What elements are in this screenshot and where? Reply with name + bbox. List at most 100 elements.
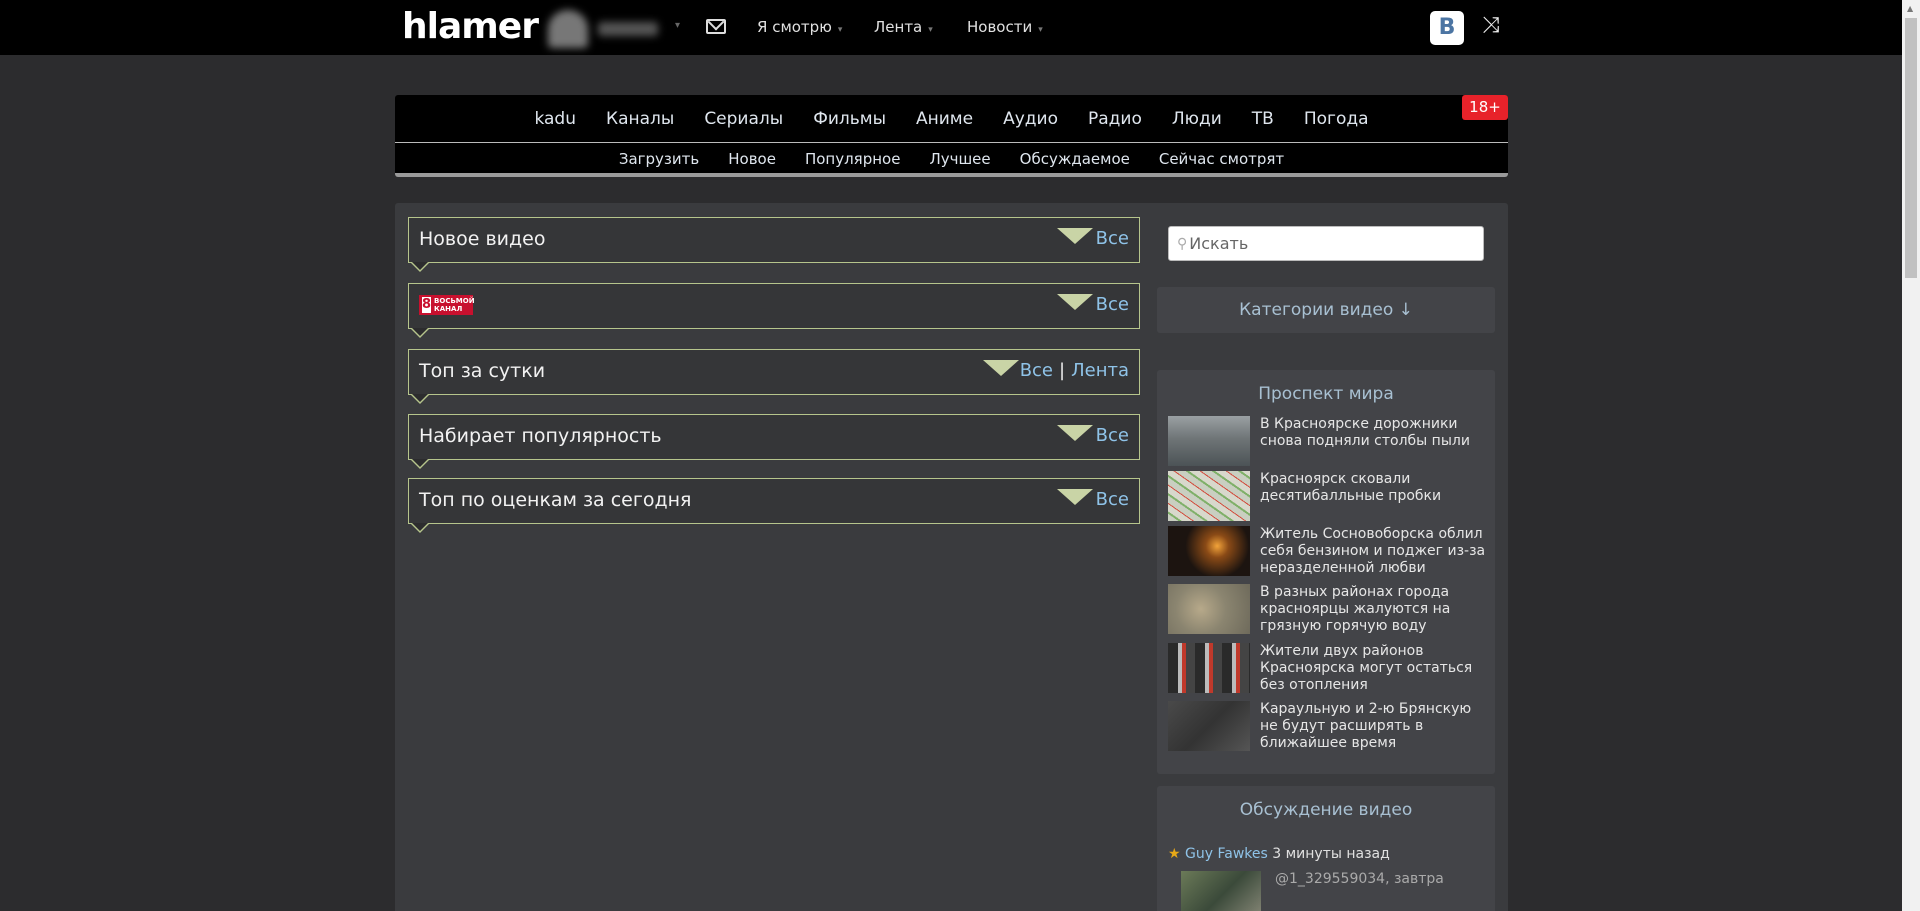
- expand-triangle-icon[interactable]: [1057, 489, 1093, 505]
- discussion-username[interactable]: Guy Fawkes: [1185, 846, 1268, 862]
- video-categories-toggle[interactable]: Категории видео ↓: [1157, 287, 1495, 333]
- expand-triangle-icon[interactable]: [1057, 425, 1093, 441]
- news-item[interactable]: Жители двух районов Красноярска могут ос…: [1168, 643, 1488, 693]
- expand-triangle-icon[interactable]: [1057, 228, 1093, 244]
- scrollbar-thumb[interactable]: [1905, 18, 1917, 278]
- notch-icon: [411, 394, 429, 404]
- section-top-rated-today: Топ по оценкам за сегодня Все: [408, 478, 1140, 533]
- chevron-down-icon: ▾: [928, 25, 933, 35]
- nav-news[interactable]: Новости ▾: [967, 18, 1043, 36]
- news-item[interactable]: Красноярск сковали десятибалльные пробки: [1168, 471, 1488, 521]
- cat-tv[interactable]: ТВ: [1252, 109, 1274, 129]
- sub-new[interactable]: Новое: [728, 150, 776, 168]
- news-panel: Проспект мира В Красноярске дорожники сн…: [1157, 370, 1495, 774]
- user-avatar-blurred[interactable]: [548, 10, 668, 48]
- news-item-text[interactable]: Жители двух районов Красноярска могут ос…: [1260, 643, 1490, 694]
- scroll-up-icon[interactable]: ▲: [1907, 4, 1913, 13]
- news-thumbnail[interactable]: [1168, 526, 1250, 576]
- all-link[interactable]: Все: [1096, 425, 1129, 446]
- section-links: Все: [1096, 228, 1129, 249]
- nav-news-label: Новости: [967, 18, 1033, 36]
- cat-audio[interactable]: Аудио: [1003, 109, 1058, 129]
- news-item[interactable]: В Красноярске дорожники снова подняли ст…: [1168, 416, 1488, 466]
- category-nav-sub: Загрузить Новое Популярное Лучшее Обсужд…: [395, 144, 1508, 173]
- news-panel-title[interactable]: Проспект мира: [1157, 384, 1495, 404]
- discussion-comment[interactable]: @1_329559034, завтра: [1275, 871, 1444, 887]
- cat-series[interactable]: Сериалы: [704, 109, 783, 129]
- channel-logo-line1: ВОСЬМОЙ: [434, 297, 475, 305]
- star-icon: ★: [1168, 846, 1181, 862]
- nav-watching[interactable]: Я смотрю ▾: [757, 18, 842, 36]
- top-bar: hlamer ▾ Я смотрю ▾ Лента ▾ Новости ▾ В ⤨: [0, 0, 1902, 55]
- channel-logo-line2: КАНАЛ: [434, 305, 463, 313]
- section-links: Все: [1096, 425, 1129, 446]
- chevron-down-icon: ▾: [837, 25, 843, 35]
- avatar: [548, 10, 588, 48]
- news-thumbnail[interactable]: [1168, 471, 1250, 521]
- news-item[interactable]: Караульную и 2-ю Брянскую не будут расши…: [1168, 701, 1488, 751]
- section-title: Новое видео: [419, 228, 546, 250]
- news-item[interactable]: Житель Сосновоборска облил себя бензином…: [1168, 526, 1488, 576]
- news-item-text[interactable]: Житель Сосновоборска облил себя бензином…: [1260, 526, 1490, 577]
- section-links: Все: [1096, 294, 1129, 315]
- news-item[interactable]: В разных районах города красноярцы жалую…: [1168, 584, 1488, 634]
- nav-feed[interactable]: Лента ▾: [874, 18, 933, 36]
- all-link[interactable]: Все: [1020, 360, 1053, 381]
- discussion-panel-title[interactable]: Обсуждение видео: [1157, 800, 1495, 820]
- cat-radio[interactable]: Радио: [1088, 109, 1142, 129]
- sub-discussed[interactable]: Обсуждаемое: [1020, 150, 1130, 168]
- news-item-text[interactable]: В Красноярске дорожники снова подняли ст…: [1260, 416, 1490, 450]
- notch-icon: [411, 523, 429, 533]
- notch-icon: [411, 328, 429, 338]
- cat-people[interactable]: Люди: [1172, 109, 1222, 129]
- cat-weather[interactable]: Погода: [1304, 109, 1369, 129]
- notch-icon: [411, 459, 429, 469]
- cat-channels[interactable]: Каналы: [606, 109, 674, 129]
- search-box: ⚲: [1168, 226, 1484, 261]
- site-logo[interactable]: hlamer: [402, 6, 539, 47]
- discussion-panel: Обсуждение видео ★ Guy Fawkes 3 минуты н…: [1157, 786, 1495, 911]
- mail-icon[interactable]: [706, 19, 726, 34]
- user-menu-caret-icon[interactable]: ▾: [675, 20, 680, 31]
- vk-icon[interactable]: В: [1430, 11, 1464, 45]
- feed-link[interactable]: Лента: [1071, 360, 1129, 381]
- discussion-thumbnail[interactable]: [1181, 871, 1261, 911]
- scrollbar[interactable]: ▲: [1902, 0, 1920, 911]
- sub-watching-now[interactable]: Сейчас смотрят: [1159, 150, 1284, 168]
- adult-badge[interactable]: 18+: [1462, 95, 1508, 120]
- news-thumbnail[interactable]: [1168, 701, 1250, 751]
- all-link[interactable]: Все: [1096, 294, 1129, 315]
- all-link[interactable]: Все: [1096, 489, 1129, 510]
- search-input[interactable]: [1189, 234, 1470, 253]
- expand-triangle-icon[interactable]: [983, 360, 1019, 376]
- section-title: Топ за сутки: [419, 360, 546, 382]
- nav-watching-label: Я смотрю: [757, 18, 832, 36]
- sub-upload[interactable]: Загрузить: [619, 150, 699, 168]
- news-thumbnail[interactable]: [1168, 643, 1250, 693]
- all-link[interactable]: Все: [1096, 228, 1129, 249]
- news-thumbnail[interactable]: [1168, 584, 1250, 634]
- news-item-text[interactable]: Караульную и 2-ю Брянскую не будут расши…: [1260, 701, 1490, 752]
- section-channel-8: 8 ВОСЬМОЙ КАНАЛ Все: [408, 283, 1140, 338]
- nav-feed-label: Лента: [874, 18, 923, 36]
- category-nav: kadu Каналы Сериалы Фильмы Аниме Аудио Р…: [395, 95, 1508, 177]
- news-item-text[interactable]: В разных районах города красноярцы жалую…: [1260, 584, 1490, 635]
- sub-popular[interactable]: Популярное: [805, 150, 901, 168]
- section-title: Топ по оценкам за сегодня: [419, 489, 692, 511]
- cat-films[interactable]: Фильмы: [813, 109, 886, 129]
- cat-anime[interactable]: Аниме: [916, 109, 973, 129]
- username-blurred: [598, 22, 658, 36]
- cat-kadu[interactable]: kadu: [534, 109, 576, 129]
- news-thumbnail[interactable]: [1168, 416, 1250, 466]
- section-trending: Набирает популярность Все: [408, 414, 1140, 469]
- section-links: Все: [1096, 489, 1129, 510]
- channel-8-logo[interactable]: 8 ВОСЬМОЙ КАНАЛ: [419, 295, 475, 315]
- sub-best[interactable]: Лучшее: [929, 150, 990, 168]
- link-separator: |: [1059, 360, 1066, 381]
- section-top-day: Топ за сутки Все | Лента: [408, 349, 1140, 404]
- shuffle-icon[interactable]: ⤨: [1482, 13, 1500, 38]
- news-item-text[interactable]: Красноярск сковали десятибалльные пробки: [1260, 471, 1490, 505]
- category-nav-main: kadu Каналы Сериалы Фильмы Аниме Аудио Р…: [395, 95, 1508, 143]
- discussion-meta: ★ Guy Fawkes 3 минуты назад: [1168, 846, 1390, 862]
- expand-triangle-icon[interactable]: [1057, 294, 1093, 310]
